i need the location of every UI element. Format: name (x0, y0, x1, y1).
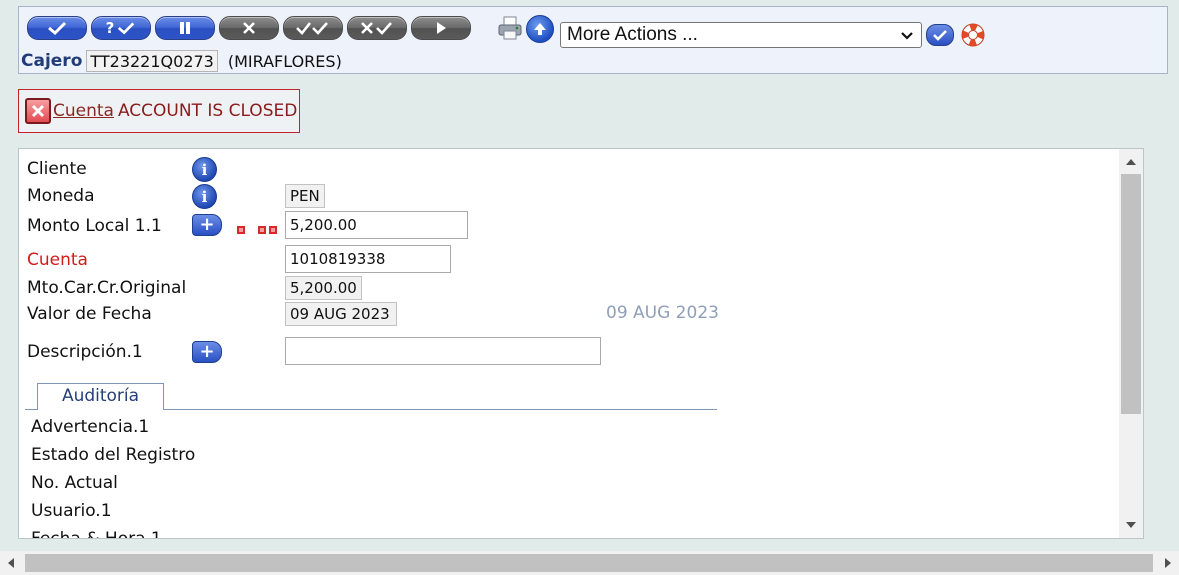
reverse-button[interactable] (347, 16, 407, 40)
audit-field-label: Fecha & Hora.1 (31, 529, 162, 539)
check-icon (48, 21, 67, 35)
more-actions-value: More Actions ... (567, 24, 698, 45)
error-x-icon (25, 98, 51, 124)
valor-fecha-hint: 09 AUG 2023 (606, 303, 719, 323)
tab-auditoria[interactable]: Auditoría (37, 383, 164, 410)
horizontal-scrollbar[interactable] (0, 551, 1179, 575)
hold-button[interactable] (155, 16, 215, 40)
chevron-down-icon (901, 32, 913, 40)
toolbar-panel: ? More Actions ... Cajero TT23221Q0273 (… (18, 6, 1168, 74)
error-message-box: Cuenta ACCOUNT IS CLOSED (18, 89, 300, 133)
check-icon (933, 30, 947, 41)
remove-field-icon[interactable] (237, 226, 245, 234)
mto-car-label: Mto.Car.Cr.Original (27, 278, 187, 298)
question-mark-icon: ? (105, 19, 115, 37)
remove-field-icon[interactable] (258, 226, 266, 234)
scroll-left-icon[interactable] (8, 558, 14, 568)
monto-local-input[interactable]: 5,200.00 (285, 211, 468, 239)
double-check-icon (296, 22, 328, 35)
pause-icon (180, 22, 190, 34)
info-icon[interactable]: i (192, 184, 217, 209)
descripcion-label: Descripción.1 (27, 342, 143, 362)
next-button[interactable] (411, 16, 471, 40)
cajero-label: Cajero (21, 51, 83, 71)
validate-button[interactable]: ? (91, 16, 151, 40)
scroll-thumb[interactable] (1121, 174, 1141, 414)
scroll-down-icon[interactable] (1126, 522, 1136, 528)
valor-fecha-label: Valor de Fecha (27, 304, 152, 324)
audit-field-label: Usuario.1 (31, 501, 112, 521)
lifebuoy-icon[interactable] (959, 21, 987, 49)
cross-check-icon (361, 22, 392, 35)
audit-field-label: Estado del Registro (31, 445, 196, 465)
error-message-text: ACCOUNT IS CLOSED (117, 101, 298, 121)
expand-plus-icon[interactable]: + (192, 341, 222, 363)
check-icon (118, 22, 135, 35)
up-arrow-icon[interactable] (526, 15, 554, 43)
audit-field-label: Advertencia.1 (31, 417, 150, 437)
moneda-value: PEN (285, 184, 325, 208)
scroll-right-icon[interactable] (1165, 558, 1171, 568)
cross-icon (243, 22, 255, 34)
commit-button[interactable] (27, 16, 87, 40)
transaction-form: Cliente i Moneda i PEN Monto Local 1.1 +… (18, 148, 1144, 539)
monto-local-label: Monto Local 1.1 (27, 216, 162, 236)
cajero-row: Cajero TT23221Q0273 (MIRAFLORES) (21, 49, 342, 73)
audit-field-label: No. Actual (31, 473, 118, 493)
cajero-branch: (MIRAFLORES) (227, 51, 342, 71)
scroll-up-icon[interactable] (1126, 159, 1136, 165)
cuenta-input[interactable]: 1010819338 (285, 245, 451, 273)
moneda-label: Moneda (27, 186, 95, 206)
cuenta-label: Cuenta (27, 250, 88, 270)
go-button[interactable] (926, 24, 954, 46)
mto-car-value: 5,200.00 (285, 276, 362, 300)
cliente-label: Cliente (27, 159, 87, 179)
authorise-button[interactable] (283, 16, 343, 40)
valor-fecha-value: 09 AUG 2023 (285, 302, 397, 326)
more-actions-select[interactable]: More Actions ... (560, 22, 922, 48)
cajero-id: TT23221Q0273 (86, 50, 218, 72)
error-field-link[interactable]: Cuenta (53, 101, 114, 121)
descripcion-input[interactable] (285, 337, 601, 365)
scroll-thumb[interactable] (25, 554, 1153, 572)
delete-button[interactable] (219, 16, 279, 40)
info-icon[interactable]: i (192, 157, 217, 182)
printer-icon[interactable] (497, 15, 523, 41)
vertical-scrollbar[interactable] (1119, 149, 1143, 538)
expand-plus-icon[interactable]: + (192, 214, 222, 236)
play-icon (437, 22, 446, 34)
remove-field-icon[interactable] (269, 226, 277, 234)
